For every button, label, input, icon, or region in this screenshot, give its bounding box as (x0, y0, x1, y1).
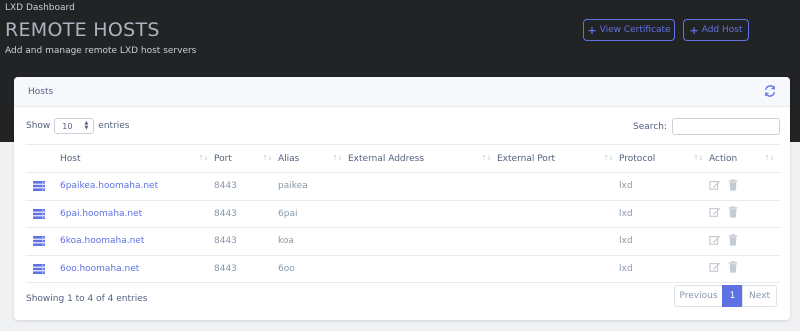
column-header-alias[interactable]: Alias ↑↓ (278, 144, 348, 173)
server-icon (33, 263, 45, 274)
server-icon (33, 181, 45, 191)
row-icon-cell (26, 227, 60, 256)
host-link[interactable]: 6pai.hoomaha.net (60, 209, 142, 219)
sort-icon: ↑↓ (603, 154, 614, 162)
external-port-cell (497, 172, 619, 201)
column-header-external-address[interactable]: External Address ↑↓ (348, 144, 497, 173)
host-cell[interactable]: 6paikea.hoomaha.net (60, 172, 214, 201)
breadcrumb[interactable]: LXD Dashboard (5, 3, 75, 13)
sort-icon: ↑↓ (764, 154, 775, 162)
column-header-protocol[interactable]: Protocol ↑↓ (619, 144, 709, 173)
alias-cell: 6pai (278, 200, 348, 228)
sort-icon: ↑↓ (262, 154, 273, 162)
column-header-icon (26, 144, 60, 173)
row-icon-cell (26, 172, 60, 201)
edit-icon[interactable] (709, 234, 721, 246)
server-icon (33, 208, 45, 219)
action-cell (709, 172, 780, 201)
protocol-cell: lxd (619, 227, 709, 256)
table-header-row: Host ↑↓ Port ↑↓ Alias ↑↓ External Address ↑↓… (26, 144, 780, 173)
card-title: Hosts (28, 87, 54, 97)
action-cell (709, 200, 780, 228)
external-port-cell (497, 255, 619, 283)
host-link[interactable]: 6paikea.hoomaha.net (60, 181, 158, 191)
next-page-button[interactable]: Next (742, 285, 777, 307)
table-info: Showing 1 to 4 of 4 entries (26, 294, 148, 304)
host-cell[interactable]: 6koa.hoomaha.net (60, 227, 214, 256)
sort-icon: ↑↓ (198, 154, 209, 162)
row-icon-cell (26, 200, 60, 228)
host-link[interactable]: 6oo.hoomaha.net (60, 264, 139, 274)
card-header: Hosts (14, 77, 790, 107)
protocol-cell: lxd (619, 172, 709, 201)
protocol-cell: lxd (619, 200, 709, 228)
hosts-card: Hosts Show 10 ▲ ▼ entries Search: Host ↑↓ … (14, 77, 790, 320)
previous-page-button[interactable]: Previous (674, 285, 723, 307)
column-header-host[interactable]: Host ↑↓ (60, 144, 214, 173)
table-row[interactable]: 6oo.hoomaha.net 8443 6oo lxd (26, 255, 780, 283)
external-port-cell (497, 200, 619, 228)
alias-cell: koa (278, 227, 348, 256)
page-title: REMOTE HOSTS (5, 19, 160, 41)
host-cell[interactable]: 6oo.hoomaha.net (60, 255, 214, 283)
show-label: Show (26, 121, 51, 131)
host-cell[interactable]: 6pai.hoomaha.net (60, 200, 214, 228)
entries-select[interactable]: 10 ▲ ▼ (54, 118, 95, 134)
edit-icon[interactable] (709, 206, 721, 218)
alias-cell: paikea (278, 172, 348, 201)
sort-caret-icon: ▲ ▼ (84, 120, 89, 131)
external-address-cell (348, 200, 497, 228)
host-link[interactable]: 6koa.hoomaha.net (60, 236, 144, 246)
entries-length-control: Show 10 ▲ ▼ entries (26, 118, 130, 134)
view-certificate-button[interactable]: + View Certificate (583, 19, 675, 41)
external-address-cell (348, 255, 497, 283)
sort-icon: ↑↓ (332, 154, 343, 162)
plus-icon: + (587, 23, 597, 37)
sort-icon: ↑↓ (481, 154, 492, 162)
edit-icon[interactable] (709, 261, 721, 273)
add-host-label: Add Host (701, 25, 743, 35)
page-1-button[interactable]: 1 (722, 285, 743, 307)
action-cell (709, 227, 780, 256)
entries-select-value: 10 (62, 121, 73, 131)
search-label: Search: (633, 121, 667, 132)
column-header-external-port[interactable]: External Port ↑↓ (497, 144, 619, 173)
trash-icon[interactable] (727, 206, 739, 218)
port-cell: 8443 (214, 200, 278, 228)
pagination: Previous 1 Next (674, 285, 777, 307)
action-cell (709, 255, 780, 283)
hosts-table: Host ↑↓ Port ↑↓ Alias ↑↓ External Address ↑↓… (26, 144, 780, 283)
search-control: Search: (633, 118, 780, 135)
table-row[interactable]: 6koa.hoomaha.net 8443 koa lxd (26, 227, 780, 256)
trash-icon[interactable] (727, 261, 739, 273)
entries-label: entries (98, 121, 130, 131)
external-port-cell (497, 227, 619, 256)
edit-icon[interactable] (709, 179, 721, 191)
server-icon (33, 236, 45, 246)
table-row[interactable]: 6paikea.hoomaha.net 8443 paikea lxd (26, 172, 780, 201)
port-cell: 8443 (214, 255, 278, 283)
alias-cell: 6oo (278, 255, 348, 283)
external-address-cell (348, 172, 497, 201)
column-header-port[interactable]: Port ↑↓ (214, 144, 278, 173)
port-cell: 8443 (214, 172, 278, 201)
protocol-cell: lxd (619, 255, 709, 283)
trash-icon[interactable] (727, 179, 739, 191)
add-host-button[interactable]: + Add Host (683, 19, 749, 41)
table-row[interactable]: 6pai.hoomaha.net 8443 6pai lxd (26, 200, 780, 228)
search-input[interactable] (672, 118, 780, 135)
sort-icon: ↑↓ (693, 154, 704, 162)
column-header-action[interactable]: Action ↑↓ (709, 144, 780, 173)
trash-icon[interactable] (727, 234, 739, 246)
plus-icon: + (689, 23, 699, 37)
page-subtitle: Add and manage remote LXD host servers (5, 46, 197, 56)
row-icon-cell (26, 255, 60, 283)
port-cell: 8443 (214, 227, 278, 256)
view-certificate-label: View Certificate (599, 25, 671, 35)
external-address-cell (348, 227, 497, 256)
refresh-icon[interactable] (764, 85, 776, 97)
